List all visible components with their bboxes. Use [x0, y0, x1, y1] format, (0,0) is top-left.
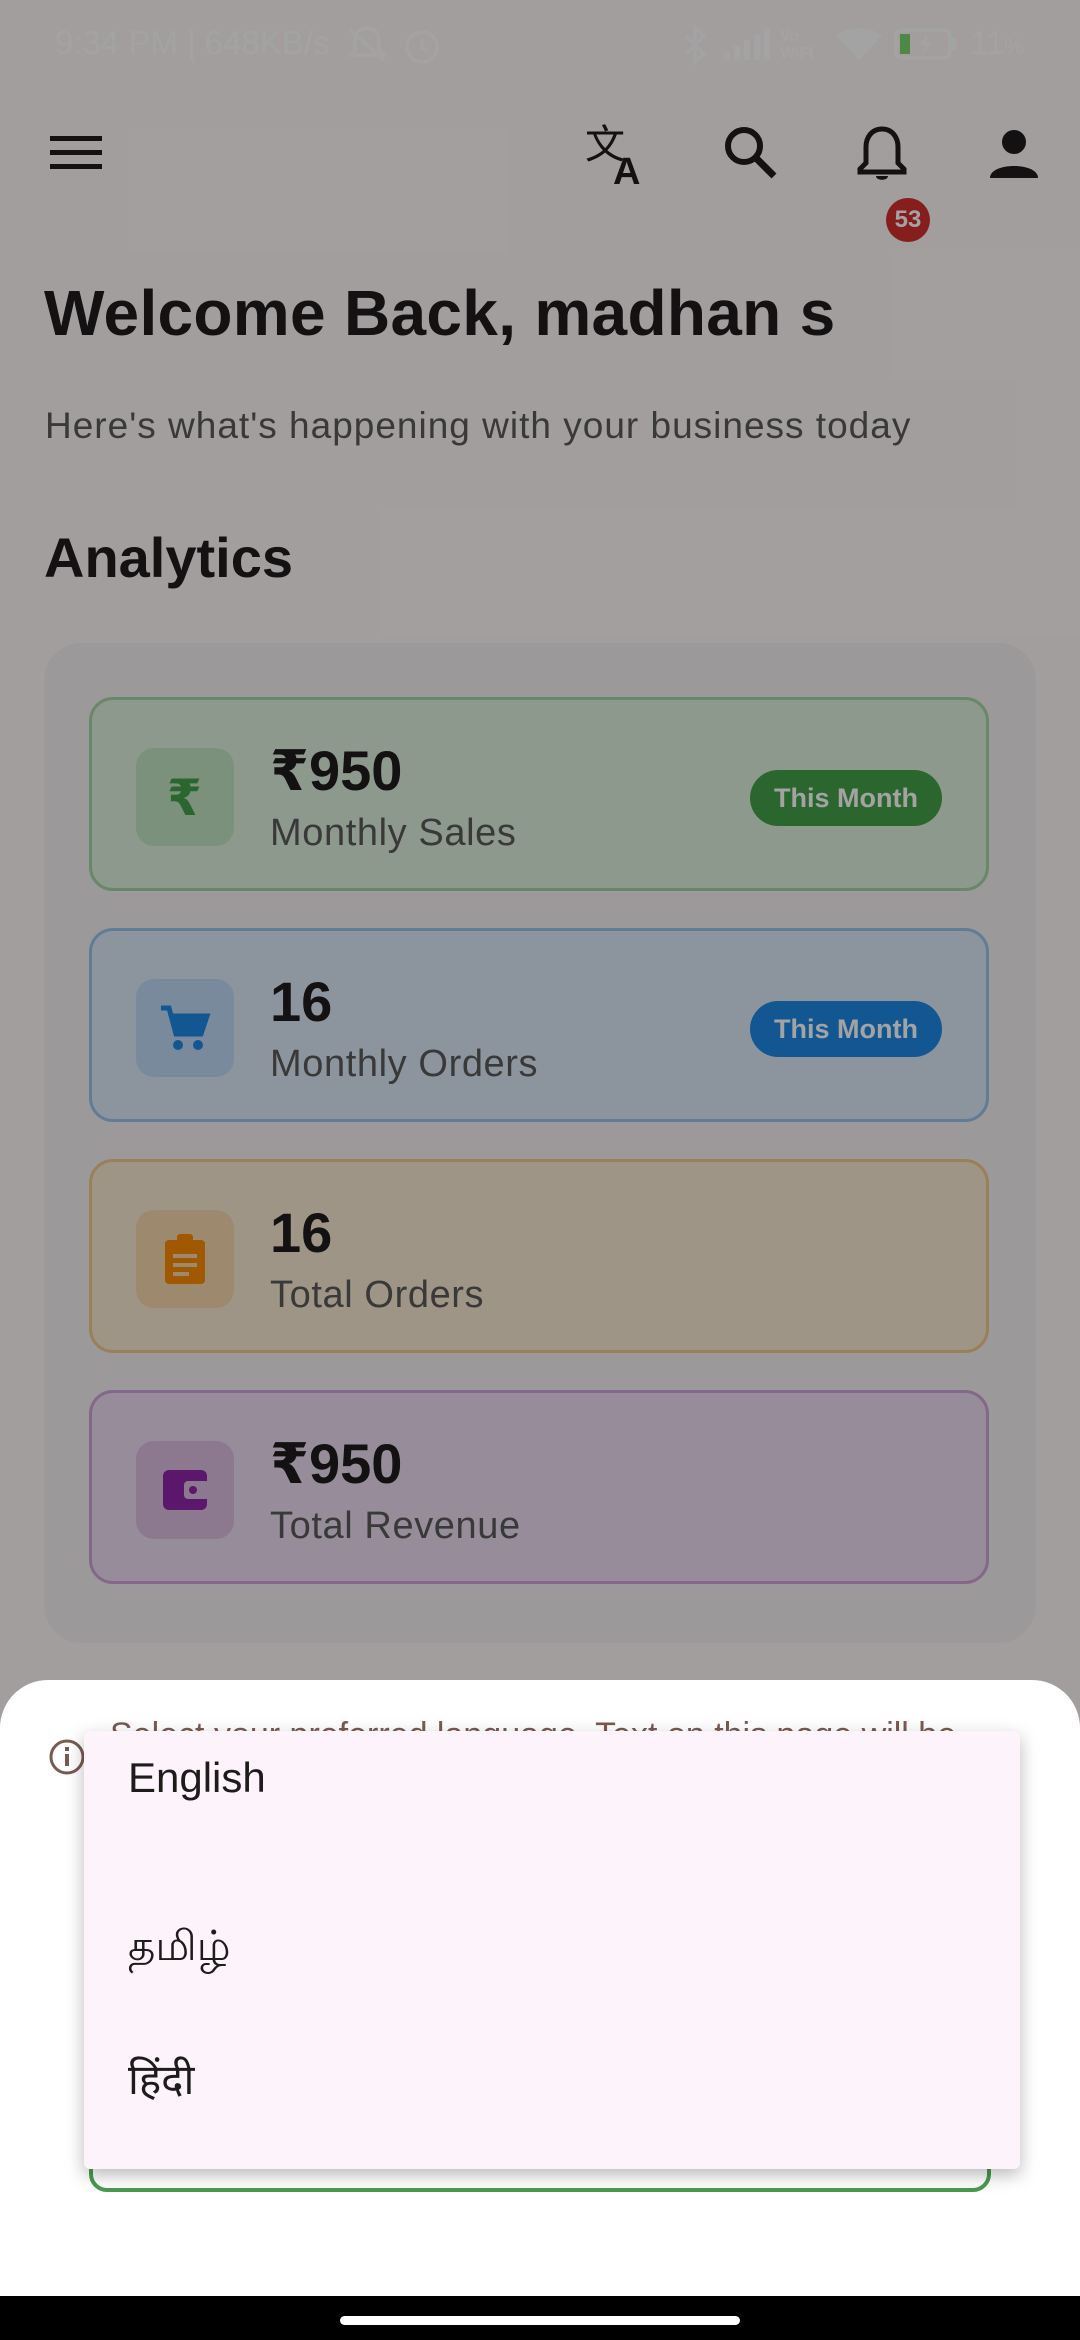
- navigation-bar: [0, 2296, 1080, 2340]
- language-option-tamil[interactable]: தமிழ்: [128, 1904, 231, 1994]
- info-icon: [48, 1738, 86, 1781]
- language-option-hindi[interactable]: हिंदी: [128, 2033, 194, 2123]
- language-menu: English தமிழ் हिंदी: [84, 1731, 1020, 2169]
- language-option-english[interactable]: English: [128, 1733, 266, 1823]
- home-gesture-pill[interactable]: [340, 2316, 740, 2325]
